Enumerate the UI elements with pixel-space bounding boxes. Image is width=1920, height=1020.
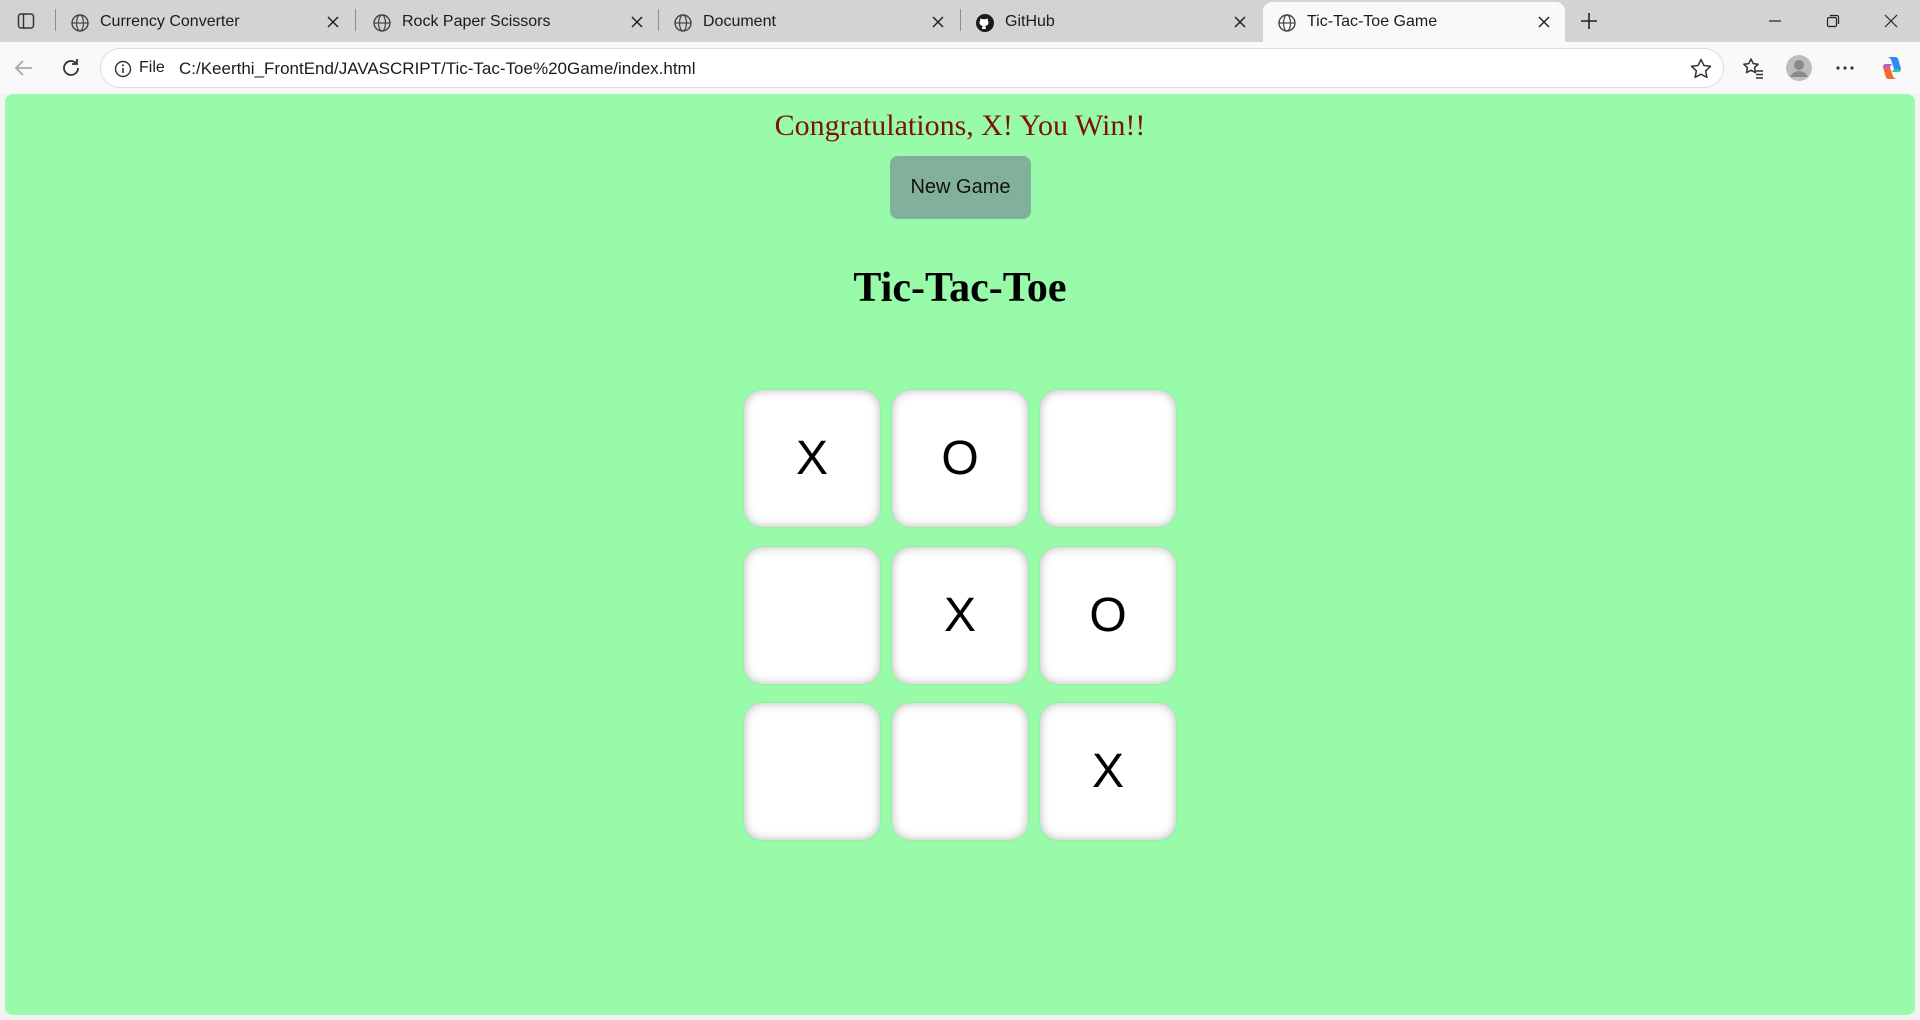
tab-separator: [355, 9, 356, 31]
close-icon: [1884, 14, 1898, 28]
more-menu-button[interactable]: [1829, 52, 1861, 84]
tab-label: Document: [703, 12, 776, 30]
close-tab-icon[interactable]: [322, 11, 344, 33]
favorites-button[interactable]: [1737, 52, 1769, 84]
page-title: Tic-Tac-Toe: [853, 265, 1067, 311]
board-cell-4[interactable]: [744, 547, 880, 684]
close-tab-icon[interactable]: [626, 11, 648, 33]
minimize-button[interactable]: [1752, 6, 1798, 36]
new-game-button[interactable]: New Game: [890, 156, 1031, 219]
globe-icon: [674, 14, 692, 32]
close-tab-icon[interactable]: [1229, 11, 1251, 33]
globe-icon: [1278, 14, 1296, 32]
tab-rock-paper-scissors[interactable]: Rock Paper Scissors: [358, 3, 658, 40]
tab-label: GitHub: [1005, 12, 1055, 30]
back-arrow-icon: [14, 60, 32, 76]
profile-button[interactable]: [1783, 52, 1815, 84]
favorites-icon: [1743, 58, 1763, 79]
globe-icon: [71, 14, 89, 32]
minimize-icon: [1769, 20, 1781, 22]
board-cell-7[interactable]: [744, 703, 880, 840]
plus-icon: [1581, 13, 1597, 29]
new-tab-button[interactable]: [1574, 7, 1604, 35]
browser-toolbar: File C:/Keerthi_FrontEnd/JAVASCRIPT/Tic-…: [0, 42, 1920, 94]
board-cell-3[interactable]: [1040, 390, 1176, 527]
tab-strip: Currency Converter Rock Paper Scissors D…: [0, 0, 1920, 42]
tab-label: Currency Converter: [100, 12, 240, 30]
avatar: [1786, 55, 1812, 81]
back-button[interactable]: [8, 52, 40, 84]
refresh-icon: [63, 59, 79, 76]
close-window-button[interactable]: [1868, 6, 1914, 36]
board-cell-1[interactable]: X: [744, 390, 880, 527]
close-tab-icon[interactable]: [1533, 11, 1555, 33]
tab-tic-tac-toe-game[interactable]: Tic-Tac-Toe Game: [1263, 2, 1565, 42]
game-page: Congratulations, X! You Win!! New Game T…: [5, 94, 1915, 1015]
board-cell-9[interactable]: X: [1040, 703, 1176, 840]
board-cell-6[interactable]: O: [1040, 547, 1176, 684]
copilot-button[interactable]: [1876, 52, 1908, 84]
info-icon[interactable]: [113, 59, 133, 79]
close-tab-icon[interactable]: [927, 11, 949, 33]
tab-actions-icon: [17, 13, 35, 29]
refresh-button[interactable]: [55, 52, 87, 84]
tab-actions-button[interactable]: [10, 6, 42, 36]
github-icon: [976, 14, 994, 32]
win-message: Congratulations, X! You Win!!: [774, 109, 1146, 142]
tab-currency-converter[interactable]: Currency Converter: [56, 3, 354, 40]
tab-label: Rock Paper Scissors: [402, 12, 551, 30]
globe-icon: [373, 14, 391, 32]
restore-button[interactable]: [1810, 6, 1856, 36]
tab-github[interactable]: GitHub: [961, 3, 1261, 40]
restore-icon: [1826, 14, 1840, 28]
tab-document[interactable]: Document: [659, 3, 959, 40]
favorite-star-icon[interactable]: [1689, 57, 1713, 81]
board-cell-8[interactable]: [892, 703, 1028, 840]
url-text[interactable]: C:/Keerthi_FrontEnd/JAVASCRIPT/Tic-Tac-T…: [179, 59, 695, 79]
tab-label: Tic-Tac-Toe Game: [1307, 13, 1438, 30]
board-cell-2[interactable]: O: [892, 390, 1028, 527]
board-cell-5[interactable]: X: [892, 547, 1028, 684]
game-board: X O X O X: [744, 390, 1184, 840]
copilot-icon: [1883, 57, 1901, 79]
site-info-label[interactable]: File: [139, 59, 165, 77]
address-bar[interactable]: File C:/Keerthi_FrontEnd/JAVASCRIPT/Tic-…: [100, 48, 1724, 88]
ellipsis-icon: [1836, 66, 1854, 70]
